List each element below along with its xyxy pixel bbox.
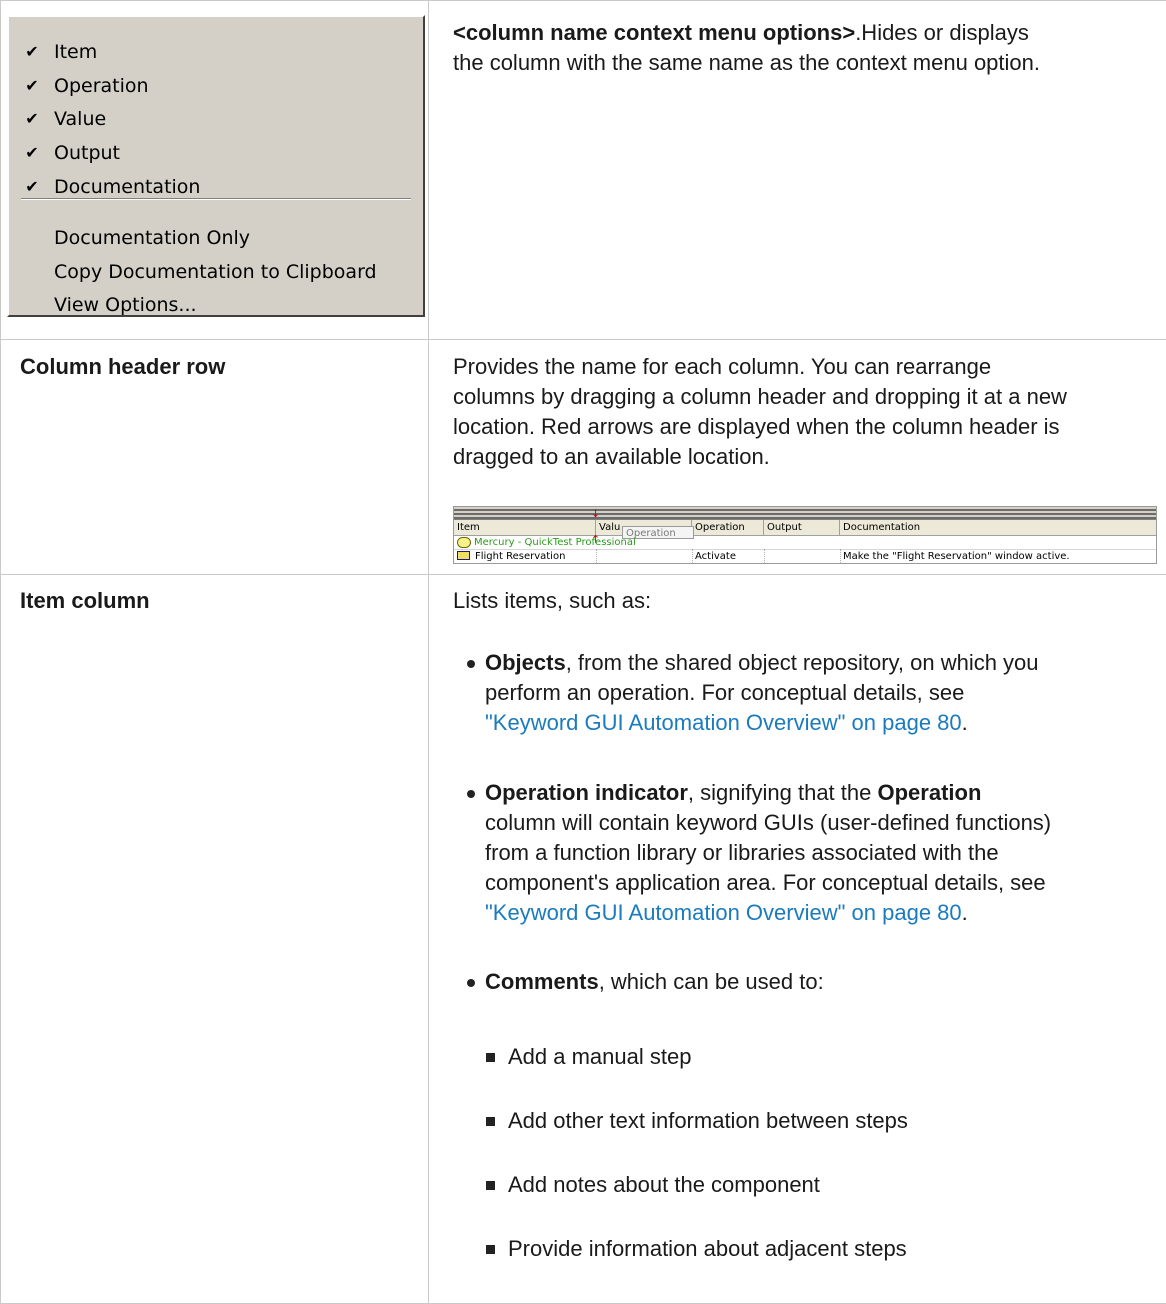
menu-separator (21, 198, 411, 200)
objects-bullet: Objects, from the shared object reposito… (485, 650, 1039, 735)
checkmark-icon: ✔ (25, 42, 39, 61)
window-icon (457, 551, 470, 560)
comment-use-item: Add other text information between steps (508, 1108, 908, 1133)
comment-use-item: Add notes about the component (508, 1172, 820, 1197)
header-documentation[interactable]: Documentation (840, 520, 1156, 535)
operation-indicator-bullet: Operation indicator, signifying that the… (485, 780, 1052, 925)
item-column-term: Item column (20, 588, 150, 613)
overview-link-1[interactable]: "Keyword GUI Automation Overview" on pag… (485, 710, 962, 735)
header-item[interactable]: Item (454, 520, 596, 535)
square-bullet-icon (486, 1245, 495, 1254)
bullet-icon (467, 979, 475, 987)
comment-use-item: Provide information about adjacent steps (508, 1236, 907, 1261)
square-bullet-icon (486, 1053, 495, 1062)
column-header-row-term: Column header row (20, 354, 226, 379)
comment-icon (457, 537, 471, 548)
header-output[interactable]: Output (764, 520, 840, 535)
grid-header: Item Valu Operation Output Documentation (454, 520, 1156, 536)
column-context-menu: ✔ Item ✔ Operation ✔ Value ✔ Output ✔ Do… (7, 15, 425, 317)
comments-bullet: Comments, which can be used to: (485, 969, 824, 994)
bullet-icon (467, 790, 475, 798)
bullet-icon (467, 660, 475, 668)
square-bullet-icon (486, 1117, 495, 1126)
item-column-intro: Lists items, such as: (453, 588, 652, 613)
column-drag-screenshot: Item Valu Operation Output Documentation… (453, 506, 1157, 564)
grid-step-row: Flight Reservation Activate Make the "Fl… (454, 549, 1156, 563)
grid-comment-row: Mercury - QuickTest Professional (454, 536, 1156, 549)
column-header-row-description: Provides the name for each column. You c… (453, 354, 1067, 469)
context-options-term: <column name context menu options> (453, 20, 856, 45)
square-bullet-icon (486, 1181, 495, 1190)
checkmark-icon: ✔ (25, 109, 39, 128)
drop-arrow-down-icon: ↓ (591, 507, 601, 520)
context-options-description: <column name context menu options>.Hides… (453, 20, 1040, 75)
overview-link-2[interactable]: "Keyword GUI Automation Overview" on pag… (485, 900, 962, 925)
checkmark-icon: ✔ (25, 143, 39, 162)
header-operation[interactable]: Operation (692, 520, 764, 535)
comment-use-item: Add a manual step (508, 1044, 692, 1069)
checkmark-icon: ✔ (25, 76, 39, 95)
toolbar-bars (454, 507, 1156, 520)
